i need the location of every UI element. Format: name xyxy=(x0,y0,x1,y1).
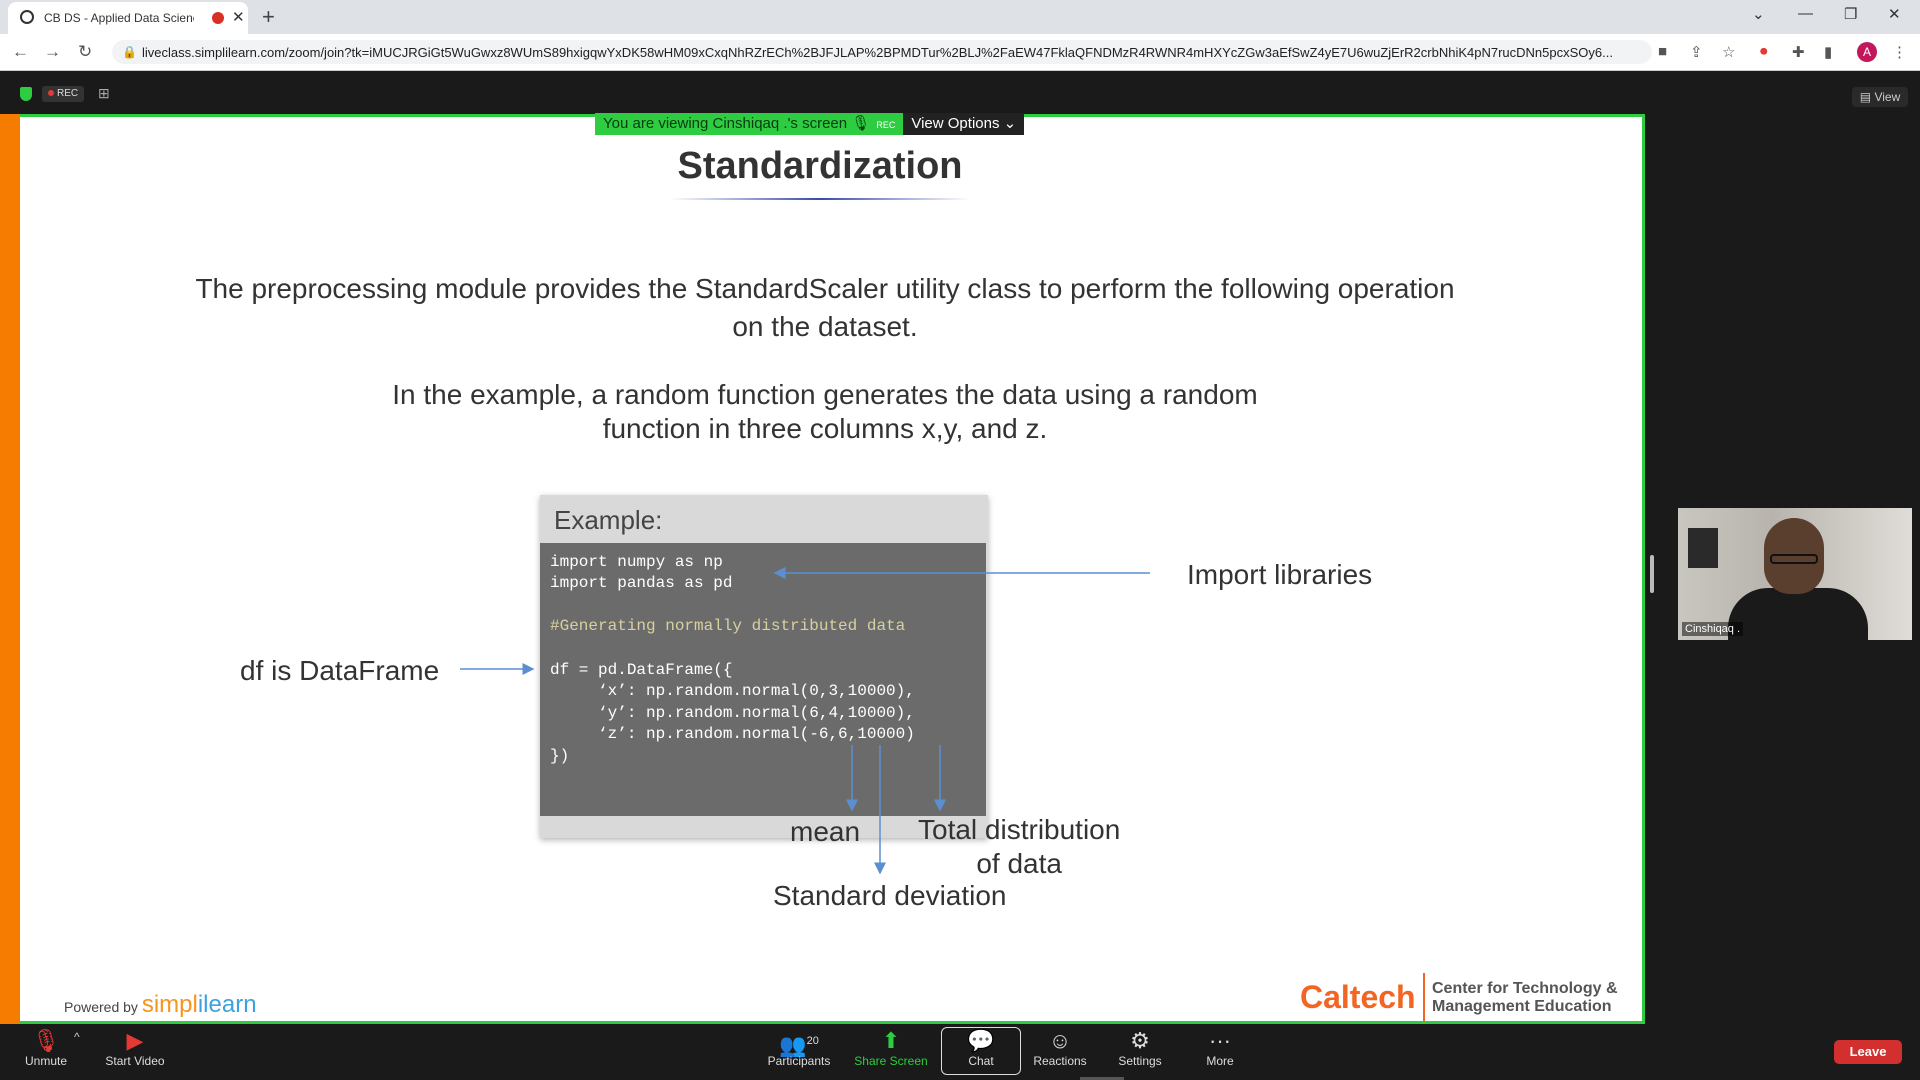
gear-icon: ⚙ xyxy=(1130,1028,1150,1053)
ctme-logo-text: Center for Technology & Management Educa… xyxy=(1432,980,1618,1016)
simplilearn-logo: simplilearn xyxy=(142,991,257,1018)
participant-count: 20 xyxy=(806,1035,819,1047)
reactions-button[interactable]: ☺ Reactions xyxy=(1030,1028,1090,1068)
chat-label: Chat xyxy=(968,1054,994,1068)
reactions-icon: ☺ xyxy=(1048,1028,1072,1053)
ctme-line-2: Management Education xyxy=(1432,998,1612,1015)
annotation-df-dataframe: df is DataFrame xyxy=(240,655,440,686)
participants-label: Participants xyxy=(767,1054,831,1068)
mic-muted-icon: 🎙 xyxy=(32,1028,60,1053)
participant-video[interactable]: Cinshiqaq . xyxy=(1678,508,1912,640)
unmute-button[interactable]: 🎙 Unmute xyxy=(18,1028,74,1068)
participants-button[interactable]: 👥20 Participants xyxy=(764,1028,834,1068)
video-shelf xyxy=(1688,528,1718,568)
brand-ilearn: ilearn xyxy=(197,991,257,1018)
annotation-arrows xyxy=(460,567,1150,875)
more-button[interactable]: ··· More xyxy=(1190,1028,1250,1068)
start-video-label: Start Video xyxy=(105,1054,165,1068)
brand-simpl: simpl xyxy=(141,991,198,1018)
share-screen-label: Share Screen xyxy=(854,1054,928,1068)
audio-options-caret-icon[interactable]: ^ xyxy=(74,1030,80,1044)
settings-label: Settings xyxy=(1118,1054,1162,1068)
annotation-total-distribution: Total distribution of data xyxy=(918,813,1120,881)
annotation-import-libraries: Import libraries xyxy=(1187,559,1373,590)
annotation-standard-deviation: Standard deviation xyxy=(773,880,1007,911)
logo-divider xyxy=(1423,973,1425,1021)
participants-icon: 👥20 xyxy=(779,1032,819,1058)
start-video-button[interactable]: ▶ Start Video xyxy=(100,1028,170,1068)
powered-by: Powered by simplilearn xyxy=(64,991,257,1019)
share-screen-icon: ⬆ xyxy=(881,1028,901,1053)
video-off-icon: ▶ xyxy=(126,1028,144,1053)
share-screen-button[interactable]: ⬆ Share Screen xyxy=(852,1028,930,1068)
reactions-label: Reactions xyxy=(1033,1054,1087,1068)
zoom-toolbar: 🎙 Unmute ^ ▶ Start Video 👥20 Participant… xyxy=(0,1024,1920,1080)
powered-by-label: Powered by xyxy=(64,999,138,1015)
more-dots-icon: ··· xyxy=(1209,1028,1231,1053)
video-person-glasses xyxy=(1770,554,1818,564)
annotation-mean: mean xyxy=(790,816,861,847)
settings-button[interactable]: ⚙ Settings xyxy=(1110,1028,1170,1068)
chat-icon: 💬 xyxy=(967,1028,995,1053)
total-line-2: of data xyxy=(976,848,1062,879)
leave-button[interactable]: Leave xyxy=(1834,1040,1902,1064)
more-label: More xyxy=(1206,1054,1234,1068)
total-line-1: Total distribution xyxy=(918,814,1121,845)
ctme-line-1: Center for Technology & xyxy=(1432,980,1618,997)
chat-button[interactable]: 💬 Chat xyxy=(941,1027,1021,1075)
participant-name: Cinshiqaq . xyxy=(1682,622,1744,636)
caltech-logo: Caltech xyxy=(1300,979,1416,1015)
video-person-body xyxy=(1728,588,1868,640)
panel-resize-handle[interactable] xyxy=(1650,555,1654,593)
unmute-label: Unmute xyxy=(24,1054,68,1068)
